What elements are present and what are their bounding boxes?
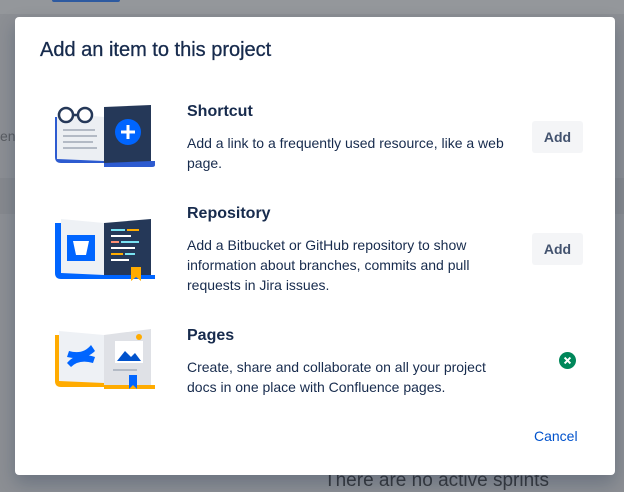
background-nav-tab	[52, 0, 120, 2]
modal-title: Add an item to this project	[40, 39, 272, 61]
confluence-book-illustration	[53, 327, 157, 395]
shortcut-book-illustration	[53, 103, 157, 171]
background-text-fragment: ent	[0, 128, 16, 144]
item-description-pages: Create, share and collaborate on all you…	[187, 359, 486, 395]
added-check-icon	[559, 352, 576, 369]
item-name-pages: Pages	[187, 327, 235, 344]
repository-book-illustration	[53, 215, 157, 283]
cancel-button[interactable]: Cancel	[534, 428, 578, 444]
add-shortcut-button[interactable]: Add	[532, 121, 583, 153]
item-name-shortcut: Shortcut	[187, 103, 253, 120]
background-top-bar	[0, 0, 624, 14]
item-description-repository: Add a Bitbucket or GitHub repository to …	[187, 237, 470, 293]
item-name-repository: Repository	[187, 205, 271, 222]
add-item-modal: Add an item to this project Shortcut Add…	[15, 17, 615, 475]
add-repository-button[interactable]: Add	[532, 233, 583, 265]
item-description-shortcut: Add a link to a frequently used resource…	[187, 135, 504, 171]
